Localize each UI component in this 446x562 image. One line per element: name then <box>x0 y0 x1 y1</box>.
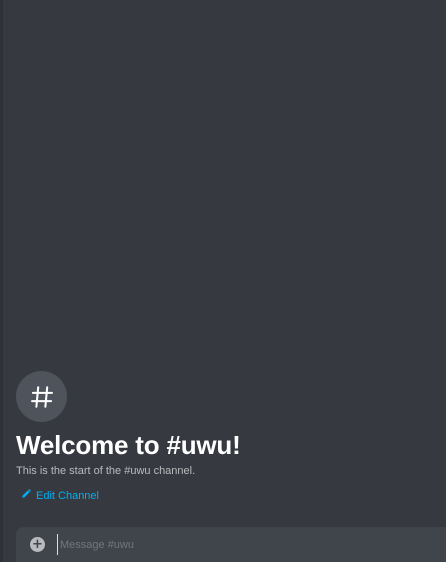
hash-icon <box>29 384 55 410</box>
edit-channel-link[interactable]: Edit Channel <box>21 488 99 504</box>
chat-window: Welcome to #uwu! This is the start of th… <box>0 0 446 562</box>
channel-welcome: Welcome to #uwu! This is the start of th… <box>16 371 436 504</box>
channel-avatar <box>16 371 67 422</box>
message-composer: + <box>16 527 446 562</box>
edit-channel-label: Edit Channel <box>36 490 99 502</box>
plus-circle-icon[interactable]: + <box>30 537 45 552</box>
pencil-icon <box>21 488 31 504</box>
welcome-title: Welcome to #uwu! <box>16 430 241 460</box>
welcome-subtitle: This is the start of the #uwu channel. <box>16 465 196 477</box>
message-input[interactable] <box>57 534 440 555</box>
messages-area[interactable]: Welcome to #uwu! This is the start of th… <box>3 0 446 516</box>
